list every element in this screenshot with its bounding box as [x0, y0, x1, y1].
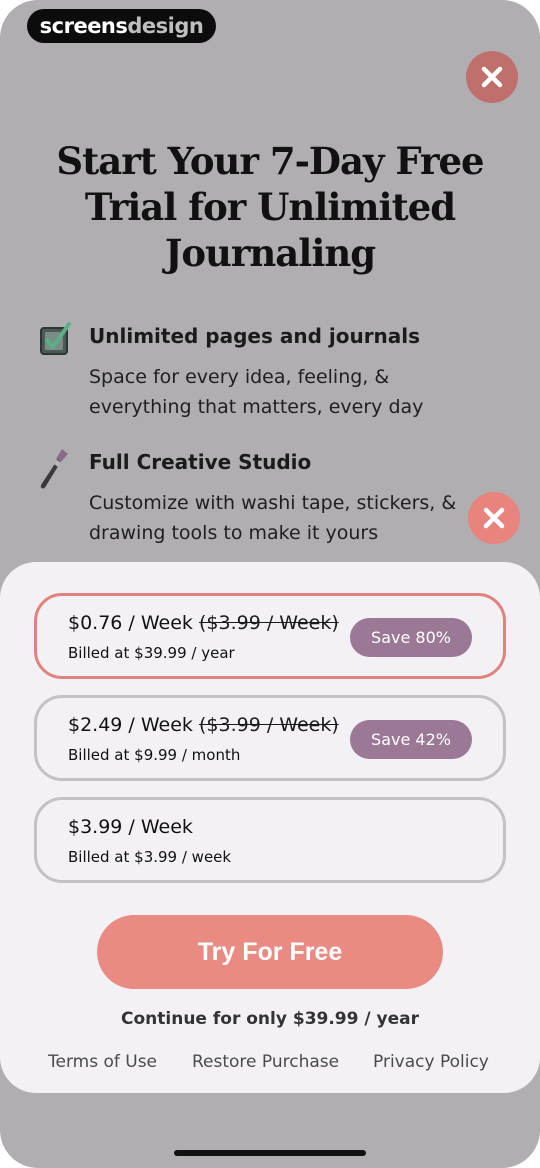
restore-purchase-link[interactable]: Restore Purchase: [192, 1052, 339, 1072]
plan-price-current: $3.99 / Week: [68, 816, 193, 838]
paywall-screen: screens design Start Your 7-Day Free Tria…: [0, 0, 540, 1168]
plan-billed: Billed at $9.99 / month: [68, 746, 241, 764]
plan-price-original: ($3.99 / Week): [198, 612, 339, 634]
close-icon: [481, 66, 503, 88]
savings-badge: Save 80%: [350, 618, 472, 657]
plan-price: $0.76 / Week ($3.99 / Week): [68, 612, 339, 634]
watermark-text-bold: screens: [39, 14, 128, 38]
paintbrush-icon: [40, 449, 68, 489]
plan-option-monthly[interactable]: $2.49 / Week ($3.99 / Week) Billed at $9…: [34, 695, 506, 781]
plan-price: $3.99 / Week: [68, 816, 193, 838]
plan-price-current: $0.76 / Week: [68, 612, 193, 634]
feature-description: Customize with washi tape, stickers, & d…: [89, 492, 457, 544]
plan-price-current: $2.49 / Week: [68, 714, 193, 736]
privacy-policy-link[interactable]: Privacy Policy: [373, 1052, 489, 1072]
plan-price: $2.49 / Week ($3.99 / Week): [68, 714, 339, 736]
plan-price-original: ($3.99 / Week): [198, 714, 339, 736]
checkbox-icon: [40, 322, 71, 355]
feature-description: Space for every idea, feeling, & everyth…: [89, 366, 424, 418]
close-icon: [483, 507, 505, 529]
plan-option-yearly[interactable]: $0.76 / Week ($3.99 / Week) Billed at $3…: [34, 593, 506, 679]
page-title: Start Your 7-Day Free Trial for Unlimite…: [56, 139, 484, 275]
savings-badge: Save 42%: [350, 720, 472, 759]
home-indicator[interactable]: [174, 1150, 366, 1156]
feature-title: Full Creative Studio: [89, 450, 312, 474]
plan-option-weekly[interactable]: $3.99 / Week Billed at $3.99 / week: [34, 797, 506, 883]
terms-of-use-link[interactable]: Terms of Use: [48, 1052, 157, 1072]
watermark-text-light: design: [127, 14, 204, 38]
feature-title: Unlimited pages and journals: [89, 324, 421, 348]
close-button[interactable]: [466, 51, 518, 103]
watermark-logo: screens design: [27, 9, 216, 43]
plan-billed: Billed at $39.99 / year: [68, 644, 235, 662]
continue-price-text: Continue for only $39.99 / year: [121, 1009, 419, 1029]
plan-billed: Billed at $3.99 / week: [68, 848, 232, 866]
close-button-secondary[interactable]: [468, 492, 520, 544]
try-for-free-button[interactable]: Try For Free: [97, 915, 443, 989]
footer-links: Terms of Use Restore Purchase Privacy Po…: [0, 1052, 540, 1076]
subscription-sheet: $0.76 / Week ($3.99 / Week) Billed at $3…: [0, 562, 540, 1093]
